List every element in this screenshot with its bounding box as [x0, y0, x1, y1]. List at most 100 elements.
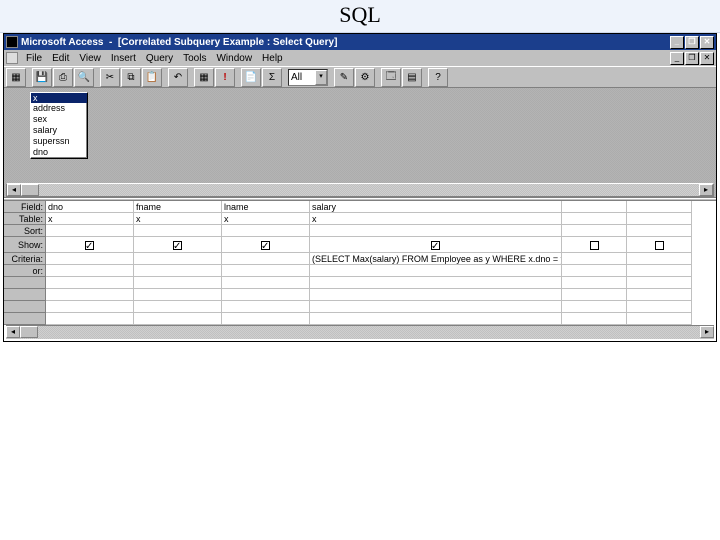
- table-cell[interactable]: x: [134, 213, 222, 225]
- empty-cell[interactable]: [562, 301, 627, 313]
- fieldlist-item[interactable]: salary: [31, 125, 87, 136]
- empty-cell[interactable]: [627, 289, 692, 301]
- mdi-system-icon[interactable]: [6, 52, 18, 64]
- scroll-right-button[interactable]: ▸: [700, 326, 714, 338]
- show-table-button[interactable]: 📄: [241, 68, 261, 87]
- empty-cell[interactable]: [46, 289, 134, 301]
- undo-button[interactable]: ↶: [168, 68, 188, 87]
- top-values-combo[interactable]: ▾: [288, 69, 328, 86]
- print-preview-button[interactable]: 🔍: [74, 68, 94, 87]
- copy-button[interactable]: ⧉: [121, 68, 141, 87]
- mdi-minimize-button[interactable]: _: [670, 52, 684, 65]
- menu-tools[interactable]: Tools: [178, 52, 211, 65]
- maximize-button[interactable]: ❐: [685, 36, 699, 49]
- sort-cell[interactable]: [562, 225, 627, 237]
- criteria-cell[interactable]: [222, 253, 310, 265]
- or-cell[interactable]: [222, 265, 310, 277]
- table-cell[interactable]: [627, 213, 692, 225]
- show-cell[interactable]: [134, 237, 222, 253]
- or-cell[interactable]: [134, 265, 222, 277]
- sort-cell[interactable]: [222, 225, 310, 237]
- scroll-thumb[interactable]: [20, 326, 38, 338]
- empty-cell[interactable]: [627, 313, 692, 325]
- criteria-cell[interactable]: (SELECT Max(salary) FROM Employee as y W…: [310, 253, 562, 265]
- empty-cell[interactable]: [222, 289, 310, 301]
- checkbox-icon[interactable]: [85, 241, 94, 250]
- empty-cell[interactable]: [134, 313, 222, 325]
- diagram-hscrollbar[interactable]: ◂ ▸: [6, 183, 714, 197]
- fieldlist-item[interactable]: address: [31, 103, 87, 114]
- empty-cell[interactable]: [134, 289, 222, 301]
- empty-cell[interactable]: [310, 313, 562, 325]
- scroll-thumb[interactable]: [21, 184, 39, 196]
- empty-cell[interactable]: [562, 277, 627, 289]
- table-cell[interactable]: x: [310, 213, 562, 225]
- or-cell[interactable]: [310, 265, 562, 277]
- fieldlist-title[interactable]: x: [31, 93, 87, 103]
- mdi-restore-button[interactable]: ❐: [685, 52, 699, 65]
- menu-query[interactable]: Query: [141, 52, 178, 65]
- criteria-cell[interactable]: [562, 253, 627, 265]
- empty-cell[interactable]: [562, 313, 627, 325]
- show-cell[interactable]: [562, 237, 627, 253]
- database-window-button[interactable]: 🗔: [381, 68, 401, 87]
- scroll-left-button[interactable]: ◂: [6, 326, 20, 338]
- empty-cell[interactable]: [627, 301, 692, 313]
- field-cell[interactable]: salary: [310, 201, 562, 213]
- fieldlist-item[interactable]: superssn: [31, 136, 87, 147]
- grid-hscrollbar[interactable]: ◂ ▸: [6, 325, 714, 339]
- empty-cell[interactable]: [46, 313, 134, 325]
- save-button[interactable]: 💾: [32, 68, 52, 87]
- empty-cell[interactable]: [562, 289, 627, 301]
- field-cell[interactable]: dno: [46, 201, 134, 213]
- run-button[interactable]: !: [215, 68, 235, 87]
- show-cell[interactable]: [627, 237, 692, 253]
- sort-cell[interactable]: [46, 225, 134, 237]
- show-cell[interactable]: [310, 237, 562, 253]
- table-cell[interactable]: [562, 213, 627, 225]
- field-cell[interactable]: fname: [134, 201, 222, 213]
- help-button[interactable]: ?: [428, 68, 448, 87]
- checkbox-icon[interactable]: [261, 241, 270, 250]
- menu-edit[interactable]: Edit: [47, 52, 74, 65]
- table-cell[interactable]: x: [46, 213, 134, 225]
- field-cell[interactable]: lname: [222, 201, 310, 213]
- cut-button[interactable]: ✂: [100, 68, 120, 87]
- checkbox-icon[interactable]: [655, 241, 664, 250]
- field-cell[interactable]: [562, 201, 627, 213]
- or-cell[interactable]: [46, 265, 134, 277]
- scroll-right-button[interactable]: ▸: [699, 184, 713, 196]
- sort-cell[interactable]: [134, 225, 222, 237]
- build-button[interactable]: ⚙: [355, 68, 375, 87]
- or-cell[interactable]: [562, 265, 627, 277]
- menu-file[interactable]: File: [21, 52, 47, 65]
- empty-cell[interactable]: [134, 277, 222, 289]
- table-diagram-pane[interactable]: x address sex salary superssn dno ◂ ▸: [4, 88, 716, 198]
- empty-cell[interactable]: [46, 301, 134, 313]
- criteria-cell[interactable]: [46, 253, 134, 265]
- empty-cell[interactable]: [627, 277, 692, 289]
- empty-cell[interactable]: [222, 301, 310, 313]
- empty-cell[interactable]: [310, 277, 562, 289]
- show-cell[interactable]: [222, 237, 310, 253]
- menu-window[interactable]: Window: [211, 52, 257, 65]
- menu-insert[interactable]: Insert: [106, 52, 141, 65]
- new-object-button[interactable]: ▤: [402, 68, 422, 87]
- empty-cell[interactable]: [310, 289, 562, 301]
- scroll-track[interactable]: [20, 326, 700, 339]
- empty-cell[interactable]: [222, 277, 310, 289]
- view-button[interactable]: ▦: [6, 68, 26, 87]
- close-button[interactable]: ✕: [700, 36, 714, 49]
- mdi-close-button[interactable]: ✕: [700, 52, 714, 65]
- menu-help[interactable]: Help: [257, 52, 288, 65]
- checkbox-icon[interactable]: [173, 241, 182, 250]
- checkbox-icon[interactable]: [431, 241, 440, 250]
- chevron-down-icon[interactable]: ▾: [315, 70, 327, 85]
- criteria-cell[interactable]: [627, 253, 692, 265]
- properties-button[interactable]: ✎: [334, 68, 354, 87]
- criteria-cell[interactable]: [134, 253, 222, 265]
- empty-cell[interactable]: [134, 301, 222, 313]
- totals-button[interactable]: Σ: [262, 68, 282, 87]
- menu-view[interactable]: View: [74, 52, 106, 65]
- empty-cell[interactable]: [222, 313, 310, 325]
